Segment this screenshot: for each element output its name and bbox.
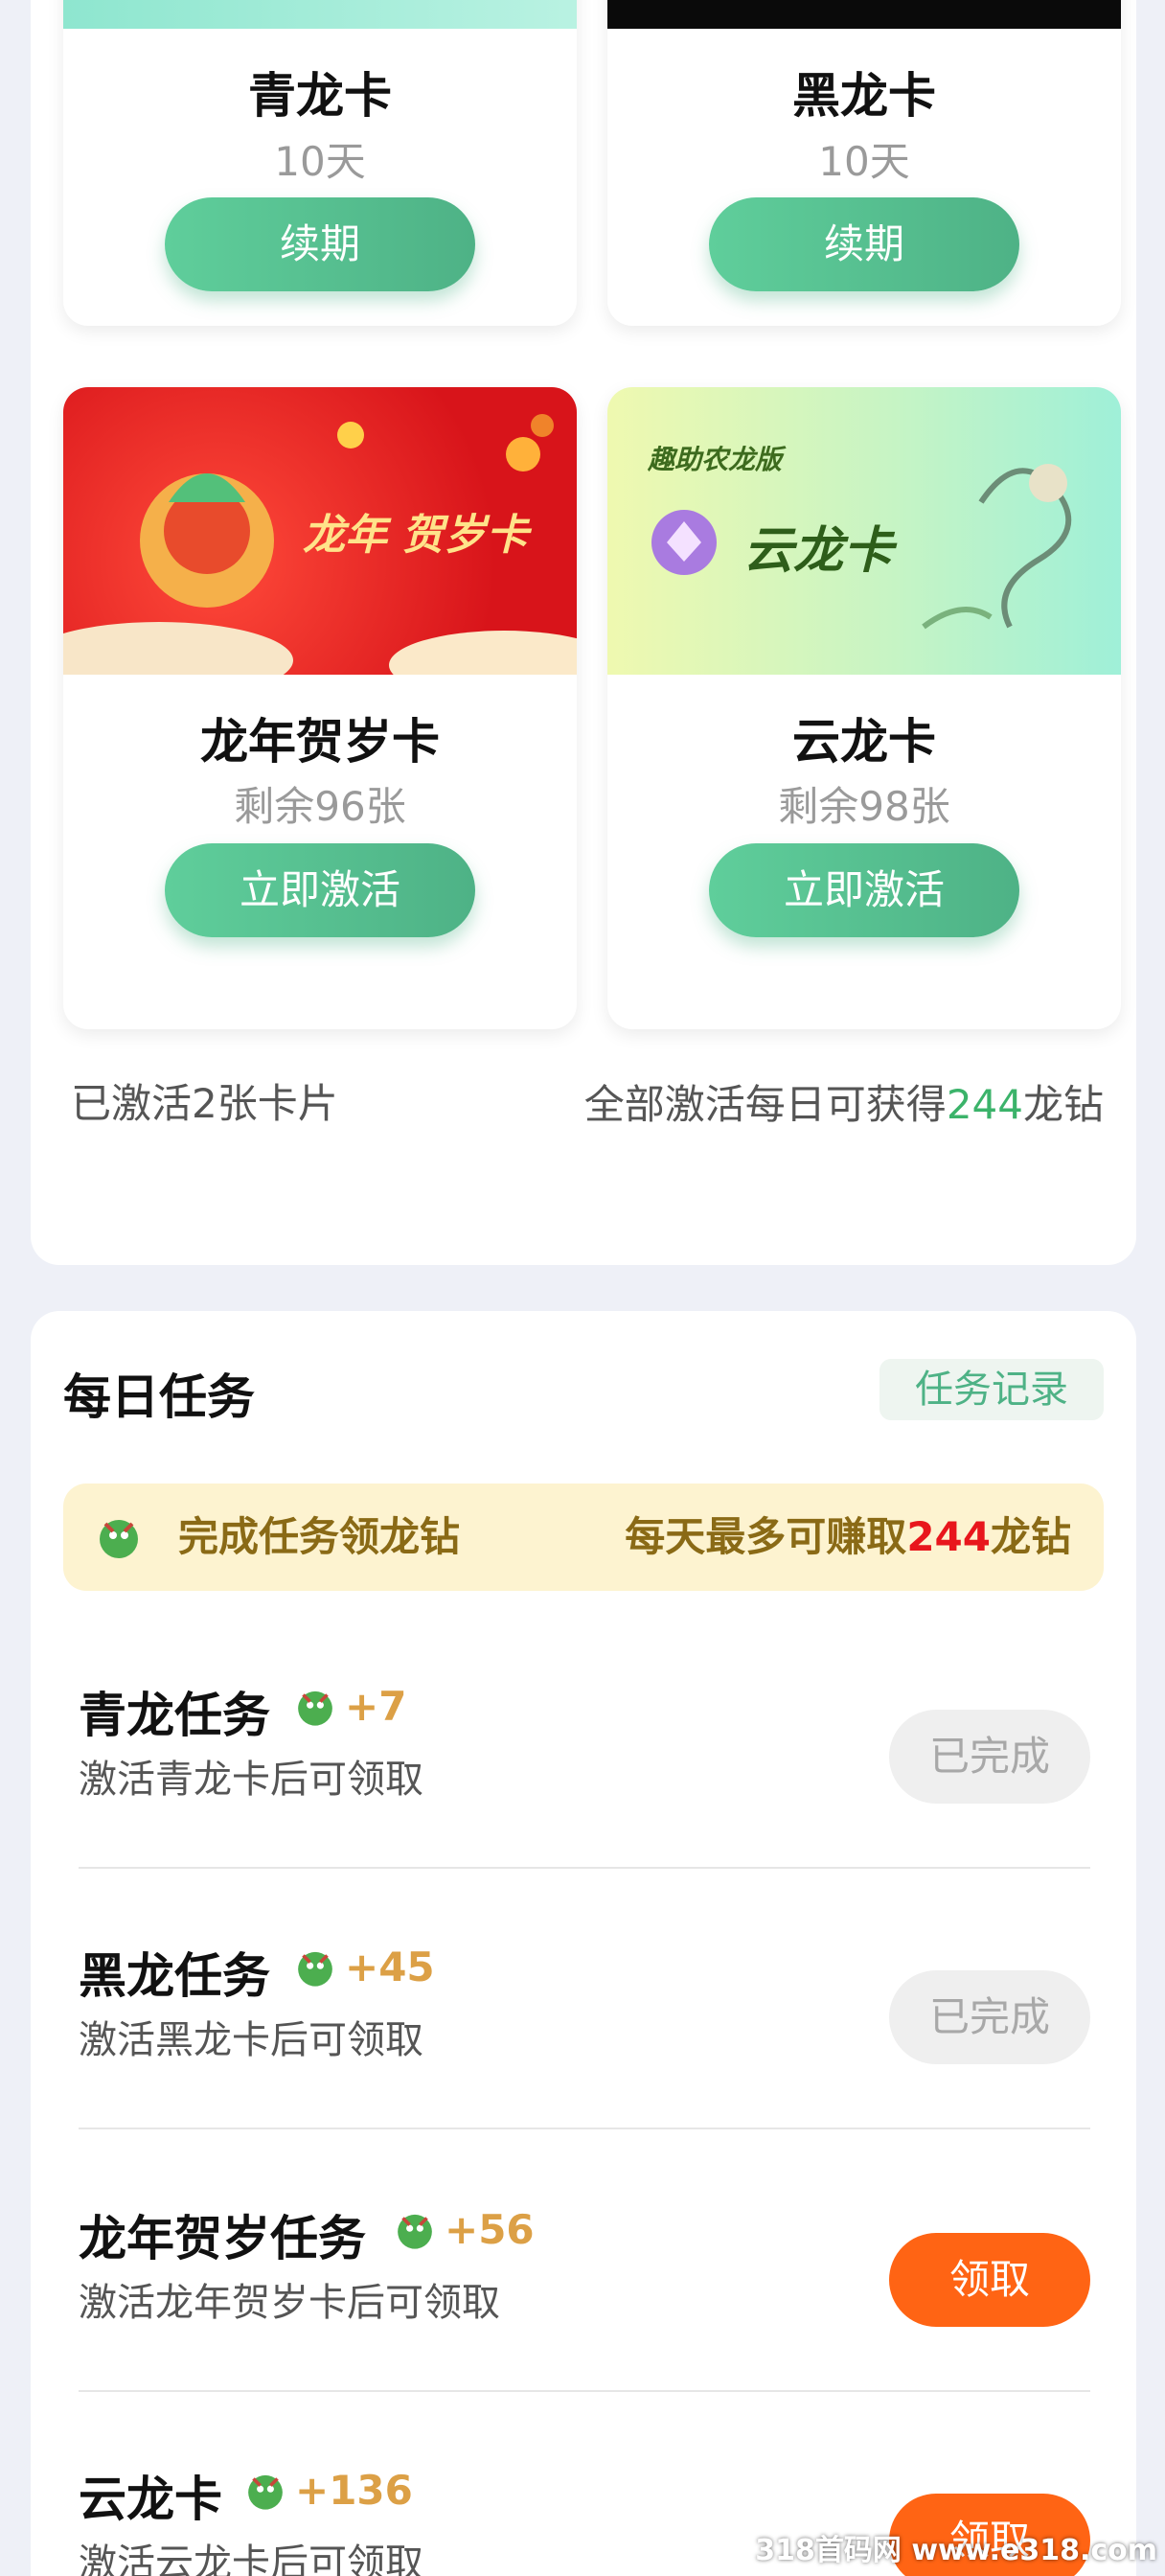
card-yunlong[interactable]: 趣助农龙版 云龙卡 云龙卡 剩余98张 立即激活 — [607, 387, 1121, 1029]
card-longnian[interactable]: 龙年 贺岁卡 龙年贺岁卡 剩余96张 立即激活 — [63, 387, 577, 1029]
card-image-cloud: 趣助农龙版 云龙卡 — [607, 387, 1121, 675]
task-record-button[interactable]: 任务记录 — [879, 1359, 1104, 1420]
activate-button[interactable]: 立即激活 — [709, 843, 1019, 937]
activated-count: 已激活2张卡片 — [71, 1080, 338, 1127]
watermark: 318首码网 www.e318.com — [755, 2534, 1157, 2567]
card-title: 云龙卡 — [792, 714, 936, 770]
banner-right-text: 每天最多可赚取244龙钻 — [625, 1484, 1071, 1591]
card-subtitle: 10天 — [818, 138, 910, 185]
card-image-tag: 趣助农龙版 — [648, 444, 783, 475]
dragon-icon — [398, 2214, 432, 2249]
renew-button[interactable]: 续期 — [165, 197, 475, 291]
card-title: 黑龙卡 — [792, 68, 936, 124]
card-image-festive: 龙年 贺岁卡 — [63, 387, 577, 700]
task-title: 龙年贺岁任务 — [79, 2211, 366, 2266]
task-description: 激活龙年贺岁卡后可领取 — [79, 2281, 500, 2325]
task-reward: +7 — [345, 1683, 407, 1730]
dragon-icon — [100, 1520, 138, 1558]
dragon-icon — [248, 2474, 283, 2510]
card-subtitle: 10天 — [274, 138, 366, 185]
banner-right-amount: 244 — [906, 1513, 991, 1560]
daily-reward-prefix: 全部激活每日可获得 — [583, 1081, 947, 1128]
claim-button[interactable]: 领取 — [889, 2233, 1090, 2327]
divider — [79, 2390, 1090, 2392]
task-item-heilong: 黑龙任务 +45 激活黑龙卡后可领取 已完成 — [79, 1880, 1090, 2141]
task-description: 激活青龙卡后可领取 — [79, 1758, 423, 1802]
task-title: 云龙卡 — [79, 2472, 222, 2527]
task-title: 青龙任务 — [79, 1688, 270, 1743]
card-qinglong[interactable]: 青龙卡 10天 续期 — [63, 0, 577, 326]
card-title: 青龙卡 — [248, 68, 392, 124]
divider — [79, 2128, 1090, 2129]
divider — [79, 1867, 1090, 1869]
task-description: 激活黑龙卡后可领取 — [79, 2018, 423, 2062]
task-completed-button[interactable]: 已完成 — [889, 1710, 1090, 1804]
card-image-text: 云龙卡 — [743, 522, 894, 580]
banner-left-text: 完成任务领龙钻 — [178, 1513, 461, 1560]
daily-tasks-title: 每日任务 — [63, 1369, 255, 1425]
renew-button[interactable]: 续期 — [709, 197, 1019, 291]
activate-button[interactable]: 立即激活 — [165, 843, 475, 937]
card-subtitle: 剩余96张 — [234, 783, 406, 830]
card-subtitle: 剩余98张 — [778, 783, 950, 830]
banner-right-prefix: 每天最多可赚取 — [625, 1513, 907, 1560]
card-heilong[interactable]: 黑龙卡 10天 续期 — [607, 0, 1121, 326]
task-reward: +136 — [295, 2467, 413, 2514]
daily-reward-summary: 全部激活每日可获得244龙钻 — [567, 1071, 1104, 1138]
task-completed-button[interactable]: 已完成 — [889, 1970, 1090, 2064]
dragon-icon — [298, 1951, 332, 1987]
daily-reward-suffix: 龙钻 — [1022, 1081, 1104, 1128]
task-title: 黑龙任务 — [79, 1948, 270, 2004]
card-title: 龙年贺岁卡 — [200, 714, 440, 770]
banner-right-suffix: 龙钻 — [990, 1513, 1071, 1560]
card-image — [63, 0, 577, 29]
card-image-text: 龙年 贺岁卡 — [303, 511, 529, 560]
task-description: 激活云龙卡后可领取 — [79, 2542, 423, 2576]
task-item-qinglong: 青龙任务 +7 激活青龙卡后可领取 已完成 — [79, 1620, 1090, 1880]
dragon-icon — [298, 1690, 332, 1726]
task-reward: +45 — [345, 1944, 435, 1990]
task-item-longnian: 龙年贺岁任务 +56 激活龙年贺岁卡后可领取 领取 — [79, 2143, 1090, 2404]
card-image — [607, 0, 1121, 29]
task-banner: 完成任务领龙钻 每天最多可赚取244龙钻 — [63, 1484, 1104, 1591]
task-reward: +56 — [445, 2206, 535, 2253]
daily-reward-amount: 244 — [946, 1081, 1023, 1128]
